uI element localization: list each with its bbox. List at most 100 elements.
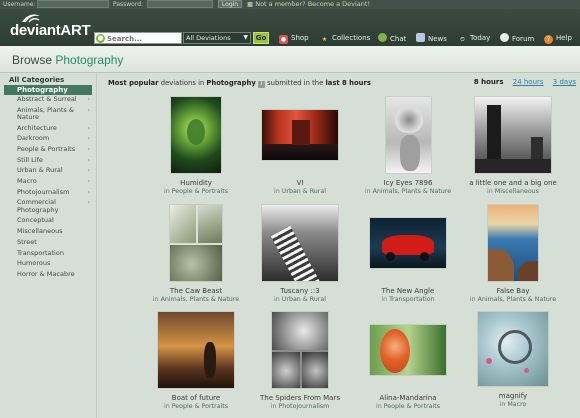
deviation-thumbnail[interactable] xyxy=(369,324,447,376)
chevron-right-icon: › xyxy=(87,96,90,103)
deviation-category: in Animals, Plants & Nature xyxy=(469,296,557,303)
deviation-title[interactable]: False Bay xyxy=(458,287,568,295)
sidebar-item[interactable]: Street xyxy=(0,238,96,246)
deviation-card[interactable]: False Bay in Animals, Plants & Nature xyxy=(458,204,568,303)
sidebar-item[interactable]: Architecture › xyxy=(0,124,96,132)
password-field[interactable] xyxy=(147,0,213,8)
deviation-thumbnail[interactable] xyxy=(477,311,549,387)
deviation-card[interactable]: a little one and a big one in Miscellane… xyxy=(458,96,568,195)
sidebar-item[interactable]: Macro › xyxy=(0,177,96,185)
browse-summary: Most popular deviations in Photography i… xyxy=(108,79,371,88)
deviation-card[interactable]: Boat of future in People & Portraits xyxy=(141,311,251,410)
deviation-title[interactable]: The Caw Beast xyxy=(141,287,251,295)
filter-8-hours[interactable]: 8 hours xyxy=(474,78,504,86)
deviation-title[interactable]: The Spiders From Mars xyxy=(245,394,355,402)
chevron-down-icon: ▼ xyxy=(243,34,248,41)
username-label: Username: xyxy=(3,1,36,8)
page-title: Browse Photography xyxy=(12,53,124,67)
chevron-right-icon: › xyxy=(87,124,90,132)
search-go-button[interactable]: Go xyxy=(253,32,269,44)
deviation-card[interactable]: Tuscany ::3 in Urban & Rural xyxy=(245,204,355,303)
sidebar-item[interactable]: Horror & Macabre xyxy=(0,270,96,278)
site-logo[interactable]: deviantART xyxy=(10,22,91,39)
search-box[interactable]: ● xyxy=(94,32,182,44)
deviation-thumbnail[interactable] xyxy=(487,204,539,282)
sidebar-item[interactable]: Commercial Photography › xyxy=(0,199,96,214)
gallery-main: Most popular deviations in Photography i… xyxy=(98,73,580,418)
sidebar-item[interactable]: Animals, Plants & Nature › xyxy=(0,106,96,122)
deviation-card[interactable]: Humidity in People & Portraits xyxy=(141,96,251,195)
site-header: deviantART ● All Deviations ▼ Go ●Shop ★… xyxy=(0,9,580,46)
deviation-title[interactable]: magnify xyxy=(458,392,568,400)
sidebar-item[interactable]: Humorous xyxy=(0,260,96,267)
deviation-thumbnail[interactable] xyxy=(169,204,223,282)
deviation-thumbnail[interactable] xyxy=(261,109,339,161)
deviation-title[interactable]: The New Angle xyxy=(353,287,463,295)
deviation-thumbnail[interactable] xyxy=(384,96,432,174)
sidebar-item[interactable]: Darkroom › xyxy=(0,135,96,143)
deviation-category: in Animals, Plants & Nature xyxy=(152,296,240,303)
login-bar: Username: Password: Login ■ Not a member… xyxy=(0,0,580,9)
deviation-title[interactable]: Alina-Mandarina xyxy=(353,394,463,402)
sidebar-item[interactable]: Photojournalism › xyxy=(0,188,96,196)
deviation-card[interactable]: magnify in Macro xyxy=(458,311,568,408)
chevron-right-icon: › xyxy=(87,106,90,114)
sidebar-item-photography[interactable]: Photography xyxy=(4,85,92,95)
deviation-title[interactable]: VI xyxy=(245,179,355,187)
sidebar-all-categories[interactable]: All Categories xyxy=(0,76,96,85)
search-input[interactable] xyxy=(107,34,179,43)
deviation-title[interactable]: Humidity xyxy=(141,179,251,187)
sidebar-item[interactable]: People & Portraits › xyxy=(0,145,96,154)
search-scope-select[interactable]: All Deviations ▼ xyxy=(183,32,251,44)
sidebar-item[interactable]: Urban & Rural › xyxy=(0,167,96,175)
deviation-thumbnail[interactable] xyxy=(369,217,447,269)
password-label: Password: xyxy=(113,1,144,8)
deviation-category: in People & Portraits xyxy=(163,403,228,410)
collections-icon: ★ xyxy=(321,36,328,43)
filter-3-days[interactable]: 3 days xyxy=(553,78,576,86)
deviation-card[interactable]: The Spiders From Mars in Photojournalism xyxy=(245,311,355,410)
nav-today[interactable]: ⏲ Today xyxy=(458,33,490,45)
search-icon: ● xyxy=(96,34,105,43)
join-link[interactable]: ■ Not a member? Become a Deviant! xyxy=(247,0,370,9)
nav-shop[interactable]: ● Shop xyxy=(279,33,309,45)
deviation-title[interactable]: a little one and a big one xyxy=(458,179,568,187)
nav-help[interactable]: ? Help xyxy=(544,33,572,45)
deviation-card[interactable]: Alina-Mandarina in People & Portraits xyxy=(353,311,463,410)
deviation-thumbnail[interactable] xyxy=(474,96,552,174)
deviation-title[interactable]: Icy Eyes 7896 xyxy=(353,179,463,187)
nav-collections[interactable]: ★ Collections xyxy=(320,33,370,45)
deviation-card[interactable]: VI in Urban & Rural xyxy=(245,96,355,195)
sidebar-item[interactable]: Miscellaneous xyxy=(0,228,96,235)
nav-news[interactable]: News xyxy=(416,33,447,45)
sidebar-item[interactable]: Still Life › xyxy=(0,156,96,164)
deviation-thumbnail[interactable] xyxy=(157,311,235,389)
today-icon: ⏲ xyxy=(460,36,465,43)
deviation-category: in Animals, Plants & Nature xyxy=(364,188,452,195)
deviation-thumbnail[interactable] xyxy=(170,96,222,174)
info-icon[interactable]: i xyxy=(257,81,265,88)
deviation-category: in Transportation xyxy=(381,296,435,303)
deviation-card[interactable]: Icy Eyes 7896 in Animals, Plants & Natur… xyxy=(353,96,463,195)
nav-chat[interactable]: Chat xyxy=(378,33,406,45)
deviation-category: in Urban & Rural xyxy=(274,296,326,303)
username-field[interactable] xyxy=(37,0,109,8)
deviation-card[interactable]: The New Angle in Transportation xyxy=(353,204,463,303)
deviation-title[interactable]: Boat of future xyxy=(141,394,251,402)
deviation-thumbnail[interactable] xyxy=(261,204,339,282)
bullet-icon: ■ xyxy=(247,0,256,8)
chevron-right-icon: › xyxy=(87,135,90,143)
sidebar-item[interactable]: Transportation xyxy=(0,249,96,257)
deviation-category: in Miscellaneous xyxy=(487,188,539,195)
nav-forum[interactable]: Forum xyxy=(500,33,534,45)
chevron-right-icon: › xyxy=(87,146,90,154)
sidebar-item[interactable]: Abstract & Surreal › xyxy=(0,95,96,103)
deviation-category: in Urban & Rural xyxy=(274,188,326,195)
filter-24-hours[interactable]: 24 hours xyxy=(513,78,544,86)
sidebar-item[interactable]: Conceptual xyxy=(0,217,96,224)
login-button[interactable]: Login xyxy=(218,0,242,8)
chat-icon xyxy=(378,33,387,42)
deviation-thumbnail[interactable] xyxy=(271,311,329,389)
deviation-card[interactable]: The Caw Beast in Animals, Plants & Natur… xyxy=(141,204,251,303)
deviation-title[interactable]: Tuscany ::3 xyxy=(245,287,355,295)
